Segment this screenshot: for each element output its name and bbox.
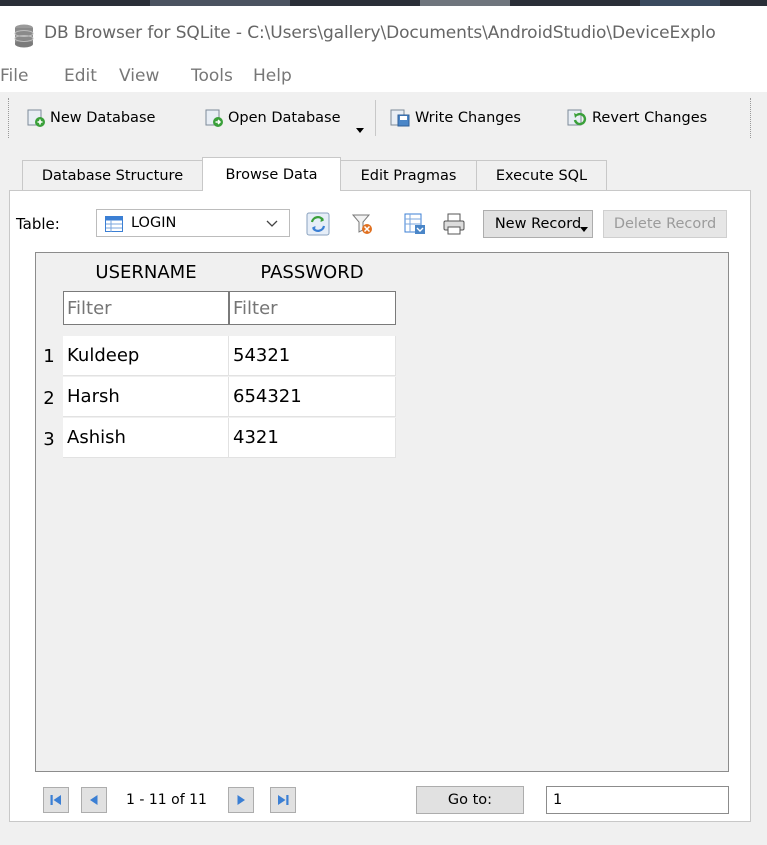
menu-help[interactable]: Help [253,66,292,86]
printer-icon [443,213,465,235]
previous-icon [90,795,98,805]
database-app-icon [14,24,34,48]
menu-file[interactable]: File [0,66,28,86]
clear-filter-icon [351,214,372,234]
clear-filters-button[interactable] [348,210,376,238]
open-database-button[interactable]: Open Database [204,106,341,130]
previous-record-button[interactable] [81,787,107,813]
column-header-username[interactable]: USERNAME [63,262,229,283]
write-changes-icon [390,109,410,127]
next-icon [237,795,245,805]
menu-edit[interactable]: Edit [64,66,97,86]
menu-bar: File Edit View Tools Help [0,60,767,92]
tab-edit-pragmas[interactable]: Edit Pragmas [340,160,477,190]
open-database-dropdown-icon[interactable] [356,128,364,134]
row-number[interactable]: 1 [36,346,62,367]
open-database-icon [205,109,223,127]
chevron-down-icon [266,220,278,227]
delete-record-button[interactable]: Delete Record [603,210,727,238]
revert-changes-label: Revert Changes [592,110,708,126]
row-number[interactable]: 3 [36,429,62,450]
new-record-label: New Record [494,216,582,232]
save-table-icon [404,213,425,234]
print-button[interactable] [440,210,468,238]
new-database-button[interactable]: New Database [26,106,155,130]
menu-view[interactable]: View [119,66,159,86]
taskbar-strip [0,0,767,6]
write-changes-label: Write Changes [415,110,521,126]
open-database-label: Open Database [228,110,341,126]
save-table-button[interactable] [401,210,429,238]
tab-database-structure[interactable]: Database Structure [22,160,203,190]
record-range: 1 - 11 of 11 [126,792,207,808]
table-cell-password[interactable]: 654321 [229,377,396,417]
revert-changes-button[interactable]: Revert Changes [566,106,707,130]
table-icon [105,216,123,232]
toolbar-grip[interactable] [8,98,11,138]
tab-browse-data[interactable]: Browse Data [202,157,341,191]
table-label: Table: [16,215,60,233]
next-record-button[interactable] [228,787,254,813]
table-cell-username[interactable]: Ashish [63,418,229,458]
menu-tools[interactable]: Tools [191,66,233,86]
first-record-button[interactable] [43,787,69,813]
filter-input-username[interactable] [63,291,229,325]
last-record-button[interactable] [270,787,296,813]
new-database-label: New Database [50,110,156,126]
filter-input-password[interactable] [229,291,396,325]
main-toolbar: New Database Open Database Write Changes… [0,92,767,144]
column-header-password[interactable]: PASSWORD [229,262,395,283]
refresh-button[interactable] [304,210,332,238]
goto-label: Go to: [447,792,493,808]
row-number[interactable]: 2 [36,388,62,409]
table-cell-password[interactable]: 4321 [229,418,396,458]
table-select[interactable]: LOGIN [96,209,290,237]
table-cell-username[interactable]: Kuldeep [63,336,229,376]
tab-execute-sql[interactable]: Execute SQL [476,160,607,190]
table-cell-password[interactable]: 54321 [229,336,396,376]
revert-changes-icon [567,109,587,126]
goto-button[interactable]: Go to: [416,786,524,814]
table-select-value: LOGIN [131,215,177,231]
table-cell-username[interactable]: Harsh [63,377,229,417]
toolbar-grip-right[interactable] [750,98,753,138]
refresh-icon [306,212,330,236]
new-database-icon [27,109,45,127]
write-changes-button[interactable]: Write Changes [389,106,521,130]
window-title: DB Browser for SQLite - C:\Users\gallery… [44,23,716,43]
skip-first-icon [50,795,61,805]
delete-record-label: Delete Record [613,216,717,232]
toolbar-separator [375,100,376,136]
skip-last-icon [278,795,289,805]
goto-input[interactable] [546,786,729,814]
new-record-button[interactable]: New Record [483,210,593,238]
new-record-dropdown-icon[interactable] [580,227,588,233]
data-grid[interactable] [35,252,729,772]
